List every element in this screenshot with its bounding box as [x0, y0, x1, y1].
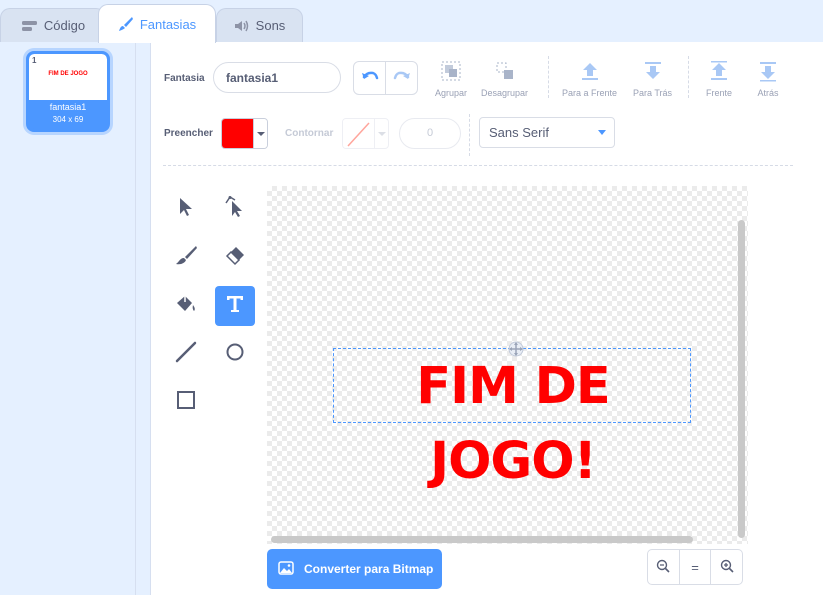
redo-icon [393, 69, 411, 88]
tab-costumes[interactable]: Fantasias [98, 4, 216, 43]
paintbrush-icon [174, 245, 198, 272]
circle-icon [224, 341, 246, 368]
chevron-down-icon [374, 119, 388, 148]
horizontal-scrollbar[interactable] [271, 536, 693, 543]
fill-tool[interactable] [166, 286, 206, 326]
font-dropdown-value: Sans Serif [489, 125, 549, 140]
zoom-out-button[interactable] [648, 550, 679, 584]
forward-icon [579, 60, 601, 84]
backward-label: Para Trás [633, 88, 673, 98]
circle-tool[interactable] [215, 334, 255, 374]
front-label: Frente [706, 88, 733, 98]
zoom-controls: = [647, 549, 743, 585]
ungroup-label: Desagrupar [481, 88, 529, 98]
code-icon [21, 20, 38, 32]
ungroup-button[interactable]: Desagrupar [481, 60, 528, 98]
toolbar-separator [163, 165, 793, 166]
costume-name: fantasia1 [49, 102, 87, 112]
rectangle-icon [175, 389, 197, 416]
undo-redo-group [353, 61, 418, 95]
forward-button[interactable]: Para a Frente [562, 60, 617, 98]
toolbar-divider [688, 56, 689, 98]
costume-thumbnail: 1 FIM DE JOGO [29, 54, 107, 100]
outline-width-input[interactable]: 0 [399, 118, 461, 149]
outline-color-picker[interactable] [342, 118, 389, 149]
costume-list: 1 FIM DE JOGO fantasia1 304 x 69 [0, 42, 136, 595]
zoom-out-icon [656, 559, 670, 576]
group-icon [440, 60, 462, 84]
outline-color-swatch [343, 119, 374, 148]
ungroup-icon [494, 60, 516, 84]
outline-label: Contornar [285, 128, 334, 139]
move-handle-icon[interactable] [507, 340, 525, 358]
image-icon [278, 560, 294, 578]
select-tool[interactable] [166, 189, 206, 229]
redo-button[interactable] [385, 62, 417, 94]
tab-code-label: Código [43, 18, 86, 33]
chevron-down-icon [598, 130, 606, 135]
convert-to-bitmap-button[interactable]: Converter para Bitmap [267, 549, 442, 589]
text-selection-box[interactable]: FIM DE JOGO! [333, 341, 692, 491]
front-icon [708, 60, 730, 84]
backward-button[interactable]: Para Trás [633, 60, 672, 98]
front-button[interactable]: Frente [706, 60, 732, 98]
fill-label: Preencher [164, 128, 213, 139]
speaker-icon [234, 19, 250, 33]
canvas-text[interactable]: FIM DE JOGO! [334, 349, 692, 491]
reshape-pointer-icon [224, 195, 246, 224]
tab-sounds[interactable]: Sons [216, 8, 303, 42]
zoom-in-button[interactable] [710, 550, 742, 584]
eraser-icon [224, 245, 246, 272]
back-button[interactable]: Atrás [757, 60, 779, 98]
rectangle-tool[interactable] [166, 382, 206, 422]
group-button[interactable]: Agrupar [435, 60, 467, 98]
arrow-pointer-icon [177, 196, 195, 223]
back-icon [757, 60, 779, 84]
toolbar-divider [469, 114, 470, 156]
tab-sounds-label: Sons [255, 18, 286, 33]
line-tool[interactable] [166, 334, 206, 374]
brush-tool[interactable] [166, 238, 206, 278]
zoom-reset-button[interactable]: = [678, 550, 711, 584]
back-label: Atrás [757, 88, 779, 98]
toolbar-divider [548, 56, 549, 98]
chevron-down-icon [253, 119, 267, 148]
costume-number: 1 [32, 56, 37, 65]
costume-name-label: Fantasia [164, 73, 205, 84]
costume-size: 304 x 69 [52, 115, 84, 124]
paint-editor: Fantasia Agrupar Desagrupar Para a Frent [150, 42, 823, 595]
tab-costumes-label: Fantasias [139, 16, 197, 32]
costume-item[interactable]: 1 FIM DE JOGO fantasia1 304 x 69 [26, 51, 110, 132]
paint-bucket-icon [174, 292, 198, 321]
costume-name-input[interactable] [213, 62, 341, 93]
thumbnail-text: FIM DE JOGO [48, 71, 88, 77]
text-t-icon [225, 294, 245, 319]
brush-icon [118, 16, 134, 32]
tab-bar: Código Fantasias Sons [0, 0, 823, 43]
group-label: Agrupar [435, 88, 468, 98]
convert-to-bitmap-label: Converter para Bitmap [304, 562, 434, 576]
text-tool[interactable] [215, 286, 255, 326]
tab-code[interactable]: Código [0, 8, 106, 42]
reshape-tool[interactable] [215, 189, 255, 229]
vertical-scrollbar[interactable] [738, 220, 745, 538]
fill-color-picker[interactable] [221, 118, 268, 149]
fill-color-swatch [222, 119, 253, 148]
eraser-tool[interactable] [215, 238, 255, 278]
font-dropdown[interactable]: Sans Serif [479, 117, 615, 148]
line-icon [175, 341, 197, 368]
undo-button[interactable] [354, 62, 385, 94]
backward-icon [642, 60, 664, 84]
drawing-canvas[interactable]: FIM DE JOGO! [267, 186, 748, 544]
forward-label: Para a Frente [562, 88, 618, 98]
zoom-in-icon [720, 559, 734, 576]
undo-icon [361, 69, 379, 88]
